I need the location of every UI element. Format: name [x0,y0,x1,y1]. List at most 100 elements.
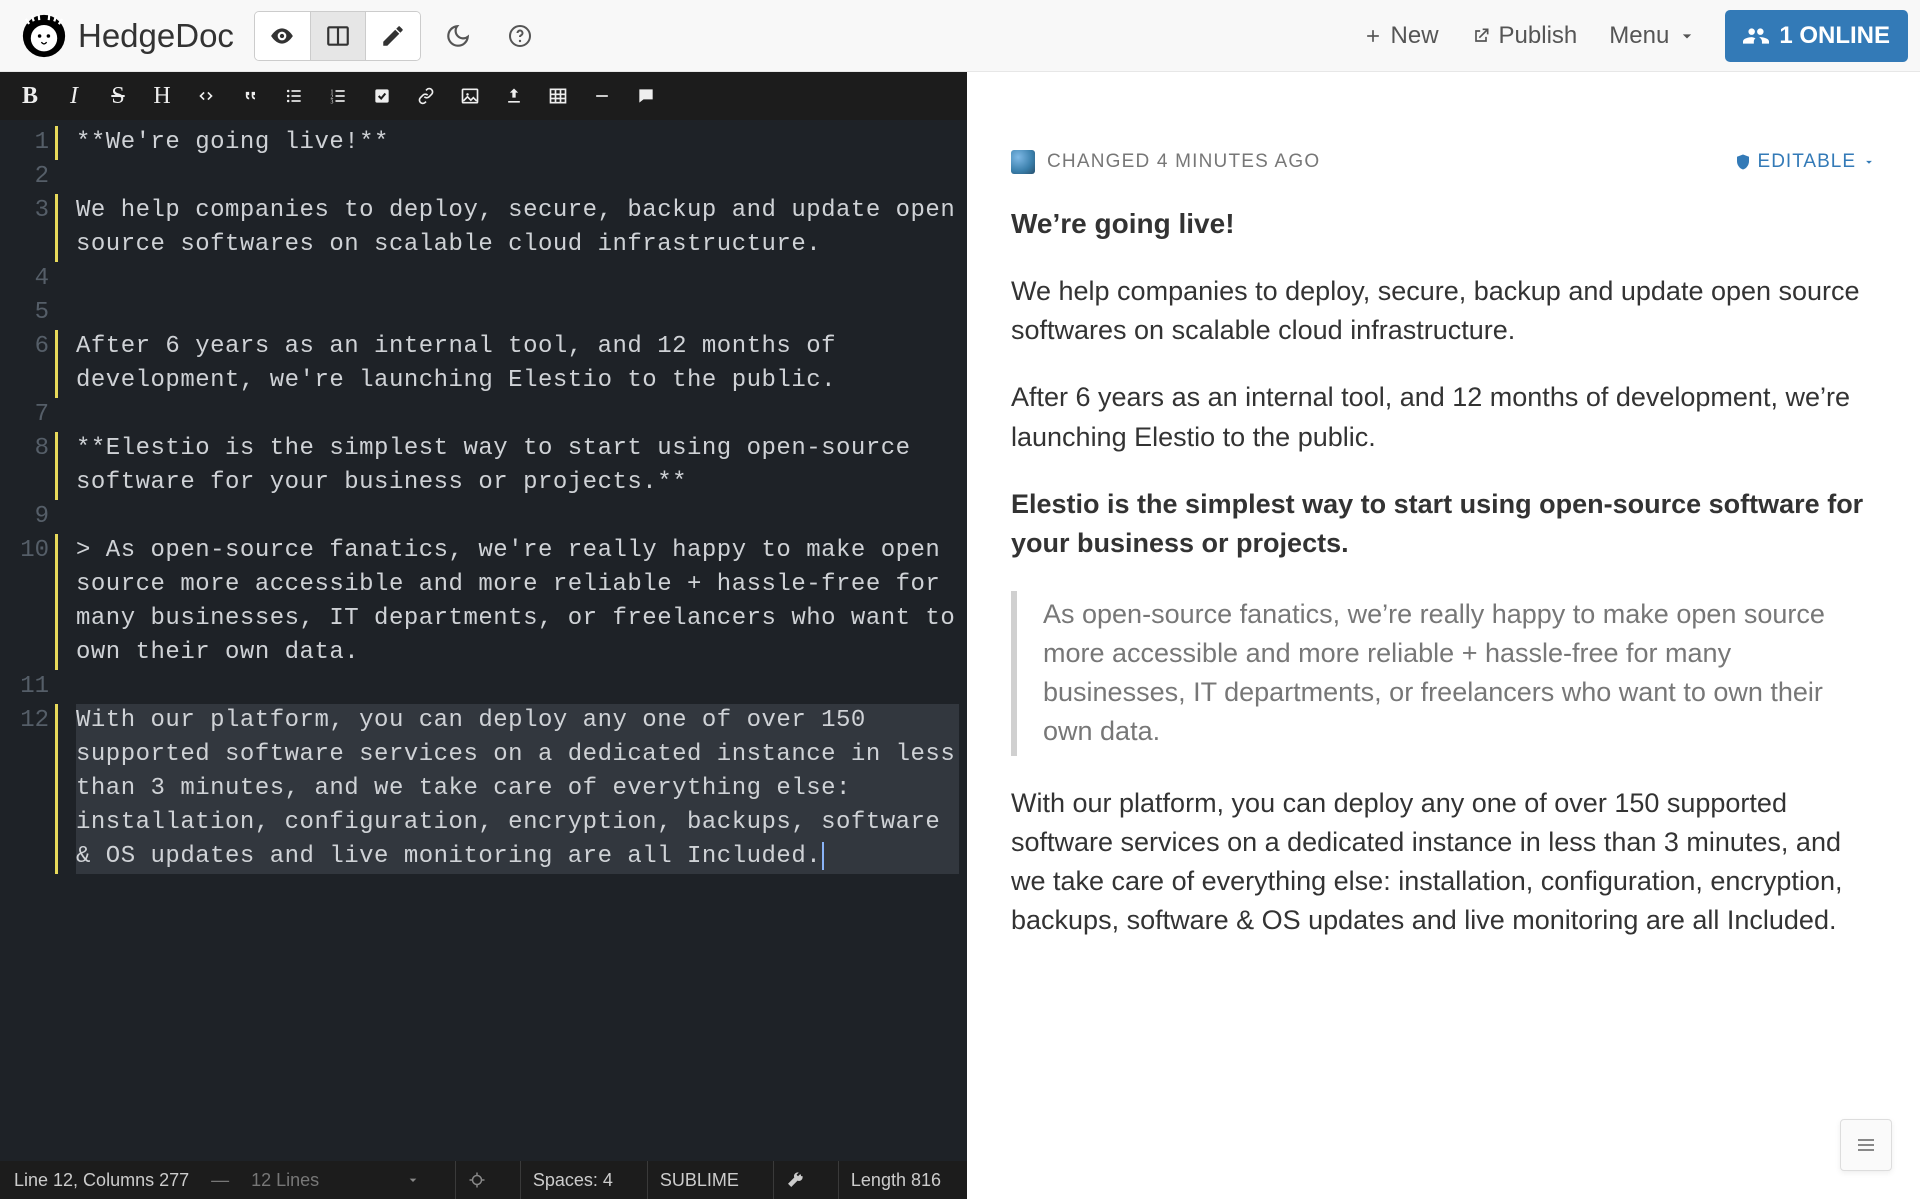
editor-line[interactable]: **Elestio is the simplest way to start u… [76,432,959,500]
plus-icon [1363,26,1383,46]
italic-button[interactable]: I [54,76,94,116]
editor-line[interactable]: We help companies to deploy, secure, bac… [76,194,959,262]
list-ol-icon: 123 [328,86,348,106]
editor-line[interactable]: ​ [76,500,959,534]
quote-icon [240,86,260,106]
link-icon [416,86,436,106]
eye-icon [269,23,295,49]
format-toolbar: B I S H 123 [0,72,967,120]
preview-paragraph-bold: Elestio is the simplest way to start usi… [1011,485,1876,563]
preview-paragraph: With our platform, you can deploy any on… [1011,784,1876,941]
doc-length: Length 816 [838,1161,953,1199]
editor-line[interactable]: ​ [76,262,959,296]
preview-title: We’re going live! [1011,204,1876,245]
image-button[interactable] [450,76,490,116]
help-icon [508,24,532,48]
publish-button[interactable]: Publish [1455,12,1594,60]
mode-split-button[interactable] [310,12,365,60]
line-number: 10 [0,534,58,670]
permission-label: EDITABLE [1758,148,1856,176]
publish-label: Publish [1499,22,1578,50]
chevron-down-icon [405,1172,421,1188]
checklist-button[interactable] [362,76,402,116]
image-icon [460,86,480,106]
online-count: 1 ONLINE [1779,22,1890,50]
moon-icon [445,23,471,49]
editor-line[interactable]: With our platform, you can deploy any on… [76,704,959,874]
line-number: 9 [0,500,58,534]
keymap-setting[interactable]: SUBLIME [647,1161,751,1199]
menu-icon [1854,1133,1878,1157]
new-button[interactable]: New [1347,12,1455,60]
caret-down-icon [1677,26,1697,46]
indent-setting[interactable]: Spaces: 4 [520,1161,625,1199]
line-number: 4 [0,262,58,296]
line-number: 2 [0,160,58,194]
bold-button[interactable]: B [10,76,50,116]
caret-down-icon [1862,155,1876,169]
line-number: 12 [0,704,58,874]
status-nav-reset[interactable] [455,1161,498,1199]
brand-name: HedgeDoc [78,17,234,55]
author-avatar[interactable] [1011,150,1035,174]
shield-icon [1734,153,1752,171]
link-button[interactable] [406,76,446,116]
line-number: 3 [0,194,58,262]
editor-line[interactable]: **We're going live!** [76,126,959,160]
editor-line[interactable]: ​ [76,670,959,704]
editor-line[interactable]: ​ [76,296,959,330]
wrench-icon [786,1171,804,1189]
mode-view-button[interactable] [255,12,310,60]
help-button[interactable] [495,11,545,61]
ol-button[interactable]: 123 [318,76,358,116]
code-icon [196,86,216,106]
upload-button[interactable] [494,76,534,116]
mode-edit-button[interactable] [365,12,420,60]
columns-icon [325,23,351,49]
upload-icon [504,86,524,106]
status-nav-up[interactable] [393,1161,433,1199]
check-square-icon [372,86,392,106]
editor-settings-button[interactable] [773,1161,816,1199]
users-icon [1743,23,1769,49]
code-area[interactable]: **We're going live!**​We help companies … [62,120,967,1161]
line-count: 12 Lines [251,1170,319,1191]
line-number: 6 [0,330,58,398]
editor-line[interactable]: After 6 years as an internal tool, and 1… [76,330,959,398]
cursor-position[interactable]: Line 12, Columns 277 [14,1170,189,1191]
line-gutter: 123456789101112 [0,120,62,1161]
editor-line[interactable]: ​ [76,398,959,432]
top-nav: HedgeDoc New Publish Menu 1 ONLINE [0,0,1920,72]
last-changed-label: CHANGED 4 MINUTES AGO [1047,148,1320,176]
share-icon [1471,26,1491,46]
new-label: New [1391,22,1439,50]
table-button[interactable] [538,76,578,116]
comment-button[interactable] [626,76,666,116]
line-number: 8 [0,432,58,500]
code-button[interactable] [186,76,226,116]
line-number: 1 [0,126,58,160]
markdown-editor[interactable]: 123456789101112 **We're going live!**​We… [0,120,967,1161]
menu-dropdown[interactable]: Menu [1593,12,1713,60]
hedgedoc-logo-icon [22,14,66,58]
permission-dropdown[interactable]: EDITABLE [1734,148,1876,176]
line-number: 7 [0,398,58,432]
online-users-button[interactable]: 1 ONLINE [1725,10,1908,62]
preview-paragraph: After 6 years as an internal tool, and 1… [1011,378,1876,456]
menu-label: Menu [1609,22,1669,50]
brand[interactable]: HedgeDoc [12,14,244,58]
pencil-icon [380,23,406,49]
preview-pane: CHANGED 4 MINUTES AGO EDITABLE We’re goi… [967,120,1920,1161]
strike-button[interactable]: S [98,76,138,116]
editor-line[interactable]: > As open-source fanatics, we're really … [76,534,959,670]
list-ul-icon [284,86,304,106]
heading-button[interactable]: H [142,76,182,116]
editor-line[interactable]: ​ [76,160,959,194]
toc-toggle-button[interactable] [1840,1119,1892,1171]
hr-button[interactable] [582,76,622,116]
table-icon [548,86,568,106]
night-mode-button[interactable] [433,11,483,61]
ul-button[interactable] [274,76,314,116]
quote-button[interactable] [230,76,270,116]
line-number: 5 [0,296,58,330]
